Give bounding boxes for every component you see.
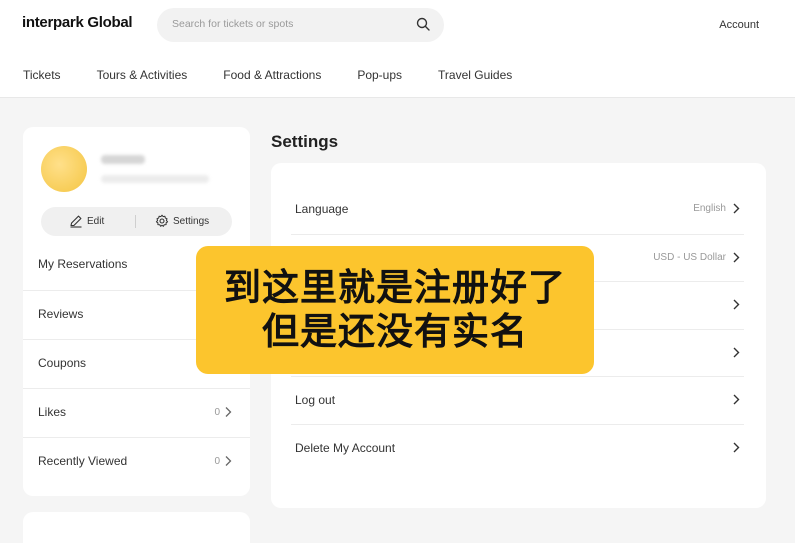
likes-count: 0 bbox=[214, 407, 220, 418]
sidebar-item-label: Recently Viewed bbox=[38, 454, 128, 468]
settings-label: Settings bbox=[173, 215, 210, 227]
row-value: USD - US Dollar bbox=[653, 252, 726, 263]
chevron-right-icon bbox=[733, 203, 740, 214]
chevron-right-icon bbox=[733, 442, 740, 453]
nav-food-attractions[interactable]: Food & Attractions bbox=[223, 68, 321, 82]
caption-line-1: 到这里就是注册好了 bbox=[224, 266, 566, 309]
search-placeholder: Search for tickets or spots bbox=[172, 18, 294, 30]
page-title: Settings bbox=[271, 132, 339, 151]
chevron-right-icon bbox=[225, 456, 232, 466]
blurred-username bbox=[101, 155, 145, 164]
caption-overlay: 到这里就是注册好了 但是还没有实名 bbox=[196, 246, 594, 374]
settings-row-delete-account[interactable]: Delete My Account bbox=[291, 424, 744, 472]
sidebar-secondary-card bbox=[23, 512, 250, 543]
nav-tickets[interactable]: Tickets bbox=[23, 68, 61, 82]
chevron-right-icon bbox=[733, 394, 740, 405]
row-label: Log out bbox=[295, 393, 336, 407]
nav-tours-activities[interactable]: Tours & Activities bbox=[97, 68, 188, 82]
profile-actions: Edit Settings bbox=[41, 207, 232, 236]
sidebar-item-label: My Reservations bbox=[38, 257, 128, 271]
row-label: Language bbox=[295, 202, 349, 216]
top-header: interpark Global Search for tickets or s… bbox=[0, 0, 795, 98]
chevron-right-icon bbox=[733, 347, 740, 358]
sidebar-item-recently-viewed[interactable]: Recently Viewed 0 bbox=[23, 437, 250, 486]
edit-profile-button[interactable]: Edit bbox=[69, 214, 104, 228]
site-logo[interactable]: interpark Global bbox=[22, 14, 133, 31]
chevron-right-icon bbox=[733, 299, 740, 310]
settings-row-language[interactable]: Language English bbox=[291, 186, 744, 234]
pencil-icon bbox=[70, 215, 82, 228]
sidebar-item-label: Likes bbox=[38, 405, 67, 419]
nav-travel-guides[interactable]: Travel Guides bbox=[438, 68, 512, 82]
settings-row-log-out[interactable]: Log out bbox=[291, 376, 744, 424]
nav-pop-ups[interactable]: Pop-ups bbox=[357, 68, 402, 82]
blurred-email bbox=[101, 175, 209, 183]
search-bar[interactable]: Search for tickets or spots bbox=[157, 8, 444, 42]
caption-line-2: 但是还没有实名 bbox=[262, 310, 528, 353]
settings-button[interactable]: Settings bbox=[155, 214, 209, 228]
account-link[interactable]: Account bbox=[719, 19, 759, 31]
chevron-right-icon bbox=[733, 252, 740, 263]
row-label: Delete My Account bbox=[295, 441, 396, 455]
divider bbox=[135, 215, 136, 228]
gear-icon bbox=[155, 214, 169, 227]
sidebar-item-label: Reviews bbox=[38, 307, 84, 321]
search-icon[interactable] bbox=[416, 17, 430, 31]
chevron-right-icon bbox=[225, 407, 232, 417]
sidebar-item-label: Coupons bbox=[38, 356, 87, 370]
main-nav: Tickets Tours & Activities Food & Attrac… bbox=[23, 68, 512, 82]
row-value: English bbox=[693, 203, 726, 214]
sidebar-item-likes[interactable]: Likes 0 bbox=[23, 388, 250, 437]
recently-viewed-count: 0 bbox=[214, 456, 220, 467]
avatar bbox=[41, 146, 87, 192]
edit-label: Edit bbox=[87, 215, 105, 227]
